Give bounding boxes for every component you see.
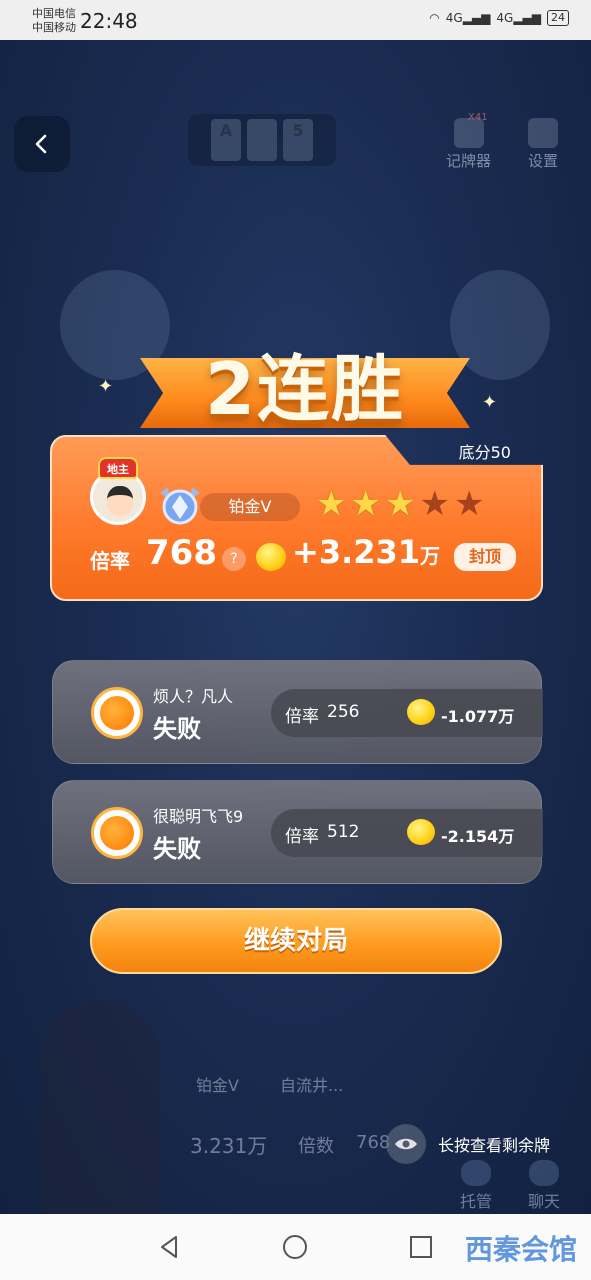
chevron-left-icon: [35, 134, 47, 154]
landlord-badge: 地主: [98, 457, 138, 479]
settings-label: 设置: [528, 152, 559, 170]
star-filled-icon: ★: [384, 484, 416, 524]
nav-home-icon[interactable]: [282, 1234, 308, 1260]
bean-gain: +3.231万: [292, 533, 440, 571]
rank-stars: ★ ★ ★ ★ ★: [316, 485, 484, 523]
wifi-icon: ◠: [429, 11, 440, 25]
loser-result-card: 很聪明飞飞9 失败 倍率 512 -2.154万: [52, 780, 543, 884]
rate-label: 倍率: [285, 827, 319, 847]
star-empty-icon: ★: [453, 484, 485, 524]
star-filled-icon: ★: [316, 484, 347, 524]
game-area: A 5 X41 记牌器 设置 2连胜 ✦ ✦ 底分50 地主 铂金V ★ ★ ★…: [0, 40, 591, 1214]
self-multiplier-label: 倍数: [298, 1136, 334, 1157]
banner-title: 2连胜: [204, 347, 406, 431]
base-score: 底分50: [458, 443, 511, 462]
winner-result-card: 底分50 地主 铂金V ★ ★ ★ ★ ★ 倍率 768 ? +3.231万 封…: [50, 435, 543, 601]
rate-value: 256: [327, 702, 360, 722]
peek-remaining-cards[interactable]: 长按查看剩余牌: [386, 1124, 550, 1164]
rate-value: 512: [327, 822, 360, 842]
avatar: [91, 807, 143, 859]
help-icon[interactable]: ?: [222, 547, 246, 571]
card-counter-badge: X41: [468, 112, 488, 123]
chat-bubble-icon: [529, 1160, 559, 1186]
bean-loss: -1.077万: [441, 707, 515, 726]
rate-label: 倍率: [90, 549, 130, 573]
result-label: 失败: [153, 715, 201, 743]
sparkle-icon: ✦: [482, 392, 498, 413]
system-navigation-bar: 西秦会馆: [0, 1214, 591, 1280]
eye-icon: [386, 1124, 426, 1164]
watermark-logo: 西秦会馆: [464, 1233, 577, 1266]
bean-gain-amount: +3.231: [292, 533, 421, 571]
bean-icon: [407, 819, 435, 845]
self-player-name: 自流井...: [280, 1076, 344, 1095]
peek-hint: 长按查看剩余牌: [438, 1136, 551, 1155]
settings-button[interactable]: 设置: [528, 118, 558, 171]
bottom-card: [247, 119, 277, 161]
robot-icon: [461, 1160, 491, 1186]
self-beans: 3.231万: [190, 1134, 268, 1158]
star-empty-icon: ★: [419, 484, 450, 524]
card-counter-label: 记牌器: [446, 152, 492, 170]
nav-back-icon[interactable]: [156, 1234, 182, 1260]
win-streak-banner: 2连胜: [140, 330, 470, 450]
continue-game-button[interactable]: 继续对局: [90, 908, 502, 974]
trustee-label: 托管: [460, 1192, 493, 1211]
rank-emblem-icon: [160, 487, 200, 525]
result-label: 失败: [153, 835, 201, 863]
avatar: [91, 687, 143, 739]
bottom-card: 5: [283, 119, 313, 161]
score-panel: 倍率 256 -1.077万: [271, 689, 543, 737]
player-name: 很聪明飞飞9: [153, 807, 244, 826]
nav-recents-icon[interactable]: [408, 1234, 434, 1260]
chat-button[interactable]: 聊天: [528, 1160, 560, 1212]
sparkle-icon: ✦: [98, 376, 114, 397]
rank-label: 铂金V: [200, 493, 300, 521]
signal-icon-1: 4G▂▄▆: [445, 11, 491, 25]
remaining-bottom-cards: A 5: [188, 114, 336, 166]
star-filled-icon: ★: [350, 484, 381, 524]
card-counter-button[interactable]: X41 记牌器: [446, 112, 492, 171]
bottom-card: A: [211, 119, 241, 161]
player-name: 烦人？凡人: [153, 687, 234, 706]
battery-icon: 24: [547, 10, 569, 26]
self-rank-chip: 铂金V: [196, 1076, 239, 1095]
back-button[interactable]: [14, 116, 70, 172]
carrier-info: 中国电信 中国移动: [32, 7, 76, 35]
cap-badge: 封顶: [454, 543, 516, 571]
bean-icon: [407, 699, 435, 725]
loser-result-card: 烦人？凡人 失败 倍率 256 -1.077万: [52, 660, 543, 764]
gear-icon: [528, 118, 558, 148]
bean-loss: -2.154万: [441, 827, 515, 846]
status-bar: 中国电信 中国移动 22:48 ◠ 4G▂▄▆ 4G▂▄▆ 24: [0, 0, 591, 40]
carrier-1: 中国电信: [32, 7, 76, 20]
rate-value: 768: [146, 533, 217, 573]
score-panel: 倍率 512 -2.154万: [271, 809, 543, 857]
system-icons: ◠ 4G▂▄▆ 4G▂▄▆ 24: [429, 10, 569, 26]
signal-icon-2: 4G▂▄▆: [496, 11, 541, 25]
carrier-2: 中国移动: [32, 21, 76, 34]
chat-label: 聊天: [528, 1192, 561, 1211]
self-player-avatar: [40, 1000, 160, 1214]
rate-label: 倍率: [285, 707, 319, 727]
trustee-button[interactable]: 托管: [460, 1160, 492, 1212]
bean-gain-unit: 万: [420, 544, 441, 568]
clock: 22:48: [80, 9, 138, 33]
bean-icon: [256, 543, 286, 571]
